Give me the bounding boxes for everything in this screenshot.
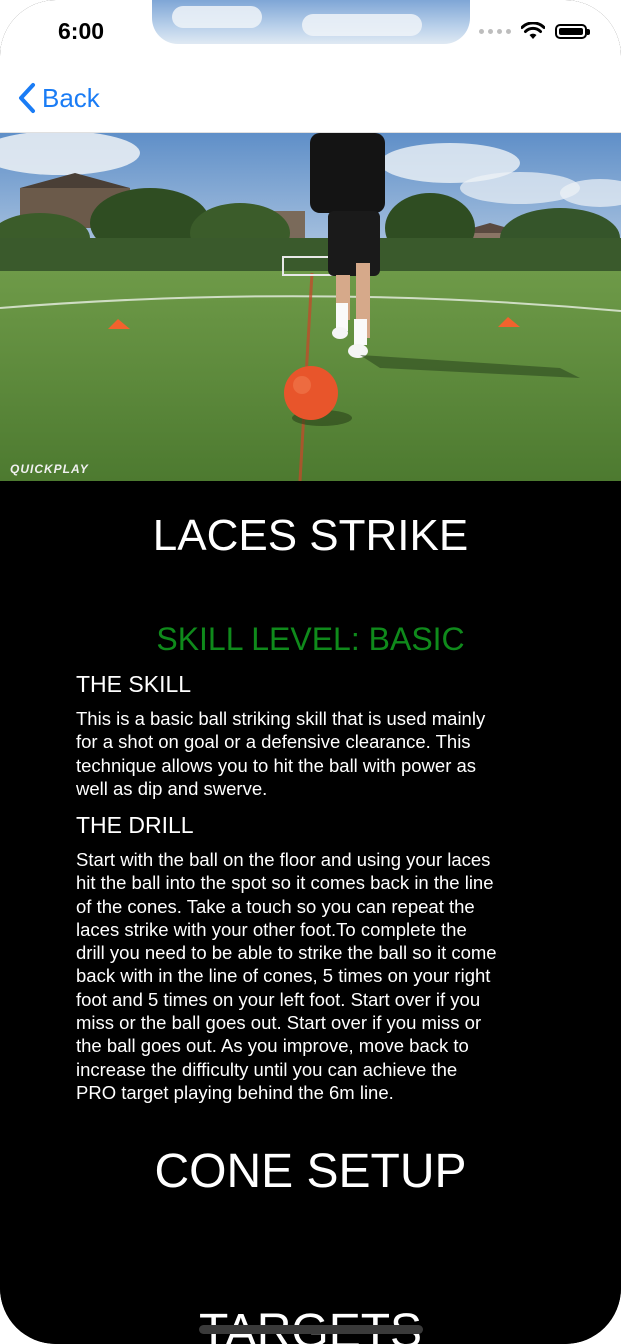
navigation-bar: Back (0, 64, 621, 133)
drill-line: PRO target playing behind the 6m line. (76, 1081, 394, 1103)
skill-line: This is a basic ball striking skill that… (76, 708, 486, 729)
drill-line: back with in the line of cones, 5 times … (76, 965, 491, 987)
drill-line: foot and 5 times on your left foot. Star… (76, 988, 481, 1010)
drill-line: increase the difficulty until you can ac… (76, 1058, 458, 1080)
video-frame (0, 133, 621, 481)
drill-video[interactable]: QUICKPLAY (0, 133, 621, 481)
signal-icon (479, 28, 511, 34)
drill-line: hit the ball into the spot so it comes b… (76, 872, 494, 894)
skill-line: for a shot on goal or a defensive cleara… (76, 731, 471, 753)
battery-icon (555, 23, 590, 39)
drill-description: Start with the ball on the floor and usi… (76, 848, 556, 1104)
drill-line: Start with the ball on the floor and usi… (76, 849, 491, 870)
drill-line: the ball goes out. As you improve, move … (76, 1035, 469, 1057)
skill-description: This is a basic ball striking skill that… (76, 707, 556, 800)
wifi-icon (521, 22, 545, 39)
status-time: 6:00 (58, 18, 105, 44)
drill-title: LACES STRIKE (152, 511, 469, 560)
drill-line: miss or the ball goes out. Start over if… (76, 1012, 482, 1034)
drill-heading: THE DRILL (76, 812, 194, 838)
drill-line: drill you need to be able to strike the … (76, 942, 497, 964)
targets-heading: TARGETS (0, 1304, 621, 1344)
video-peek (152, 0, 470, 44)
skill-line: technique allows you to hit the ball wit… (76, 754, 477, 776)
video-watermark: QUICKPLAY (10, 462, 89, 476)
drill-line: of the cones. Take a touch so you can re… (76, 895, 475, 917)
skill-heading: THE SKILL (76, 671, 192, 697)
back-button[interactable]: Back (18, 82, 100, 114)
cone-setup-heading: CONE SETUP (154, 1145, 467, 1198)
drill-line: laces strike with your other foot.To com… (76, 918, 467, 940)
status-icons (479, 22, 590, 40)
skill-line: well as dip and swerve. (76, 777, 268, 799)
back-label: Back (42, 82, 100, 113)
skill-level-label: SKILL LEVEL: BASIC (156, 621, 465, 657)
chevron-left-icon (19, 83, 35, 113)
drill-details: LACES STRIKE SKILL LEVEL: BASIC THE SKIL… (0, 481, 621, 1344)
status-bar: 6:00 (0, 0, 621, 64)
home-indicator[interactable] (199, 1325, 423, 1334)
phone-screen: 6:00 Back QUICKPLAY LACES STRIKE SKILL L… (0, 0, 621, 1344)
